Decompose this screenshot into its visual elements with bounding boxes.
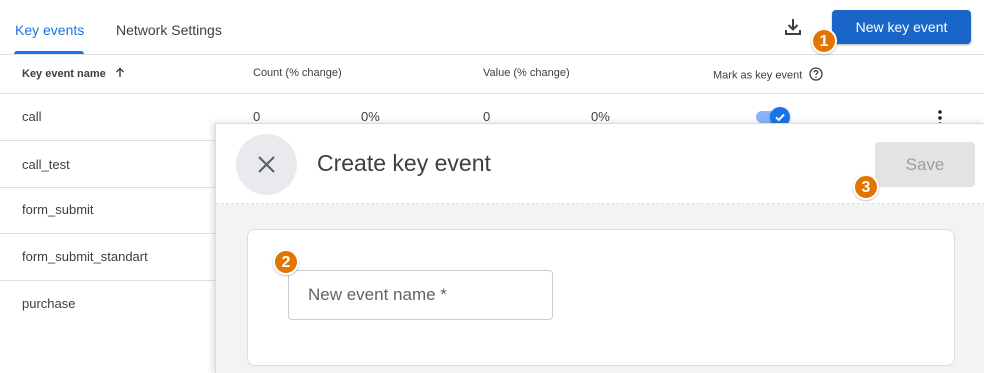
help-icon[interactable] bbox=[809, 67, 823, 84]
row-name: call_test bbox=[22, 157, 70, 172]
row-name: form_submit bbox=[22, 202, 94, 217]
panel-title: Create key event bbox=[317, 150, 491, 176]
column-header-name-label: Key event name bbox=[22, 67, 106, 80]
column-header-name[interactable]: Key event name bbox=[22, 67, 125, 81]
download-icon[interactable] bbox=[782, 16, 804, 38]
column-header-mark: Mark as key event bbox=[713, 67, 823, 84]
column-header-mark-label: Mark as key event bbox=[713, 69, 803, 82]
arrow-up-icon bbox=[115, 67, 125, 81]
mark-key-event-toggle[interactable] bbox=[756, 107, 790, 127]
column-header-count[interactable]: Count (% change) bbox=[253, 67, 342, 79]
row-value-change: 0% bbox=[591, 109, 610, 124]
create-key-event-panel: Create key event Save bbox=[215, 123, 984, 373]
close-icon bbox=[258, 156, 275, 173]
close-button[interactable] bbox=[236, 134, 297, 195]
row-name: call bbox=[22, 109, 42, 124]
row-name: purchase bbox=[22, 296, 76, 311]
save-button[interactable]: Save bbox=[875, 142, 975, 187]
tab-key-events[interactable]: Key events bbox=[15, 22, 84, 38]
new-key-event-button[interactable]: New key event bbox=[832, 10, 971, 44]
tab-bar: Key events Network Settings New key even… bbox=[0, 0, 984, 55]
tab-network-settings[interactable]: Network Settings bbox=[116, 22, 222, 38]
row-value: 0 bbox=[483, 109, 491, 124]
row-count: 0 bbox=[253, 109, 261, 124]
annotation-badge-1: 1 bbox=[811, 28, 837, 54]
table-header: Key event name Count (% change) Value (%… bbox=[0, 55, 984, 94]
event-form-card bbox=[247, 229, 955, 366]
annotation-badge-2: 2 bbox=[273, 249, 299, 275]
row-name: form_submit_standart bbox=[22, 249, 148, 264]
new-event-name-input[interactable] bbox=[288, 270, 553, 320]
annotation-badge-3: 3 bbox=[853, 174, 879, 200]
active-tab-indicator bbox=[14, 51, 84, 54]
row-count-change: 0% bbox=[361, 109, 380, 124]
column-header-value[interactable]: Value (% change) bbox=[483, 67, 570, 79]
